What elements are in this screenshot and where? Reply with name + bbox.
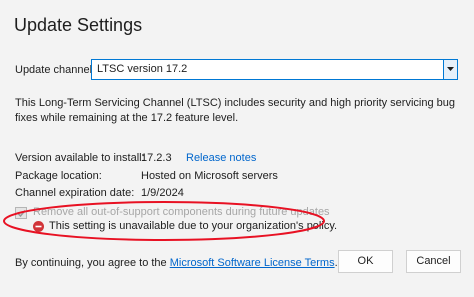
update-channel-value: LTSC version 17.2 (97, 63, 188, 75)
release-notes-link[interactable]: Release notes (186, 152, 256, 164)
package-location-value: Hosted on Microsoft servers (141, 170, 278, 182)
update-settings-dialog: Update Settings Update channel: LTSC ver… (0, 0, 474, 297)
license-terms-link[interactable]: Microsoft Software License Terms (170, 257, 335, 269)
chevron-down-icon[interactable] (443, 60, 457, 79)
channel-description: This Long-Term Servicing Channel (LTSC) … (15, 97, 455, 124)
license-prefix: By continuing, you agree to the (15, 257, 170, 269)
annotation-ellipse (3, 201, 325, 241)
cancel-button[interactable]: Cancel (406, 250, 461, 273)
version-label: Version available to install: (15, 152, 145, 164)
version-value: 17.2.3 (141, 152, 172, 164)
ok-button[interactable]: OK (338, 250, 393, 273)
license-agreement: By continuing, you agree to the Microsof… (15, 257, 338, 269)
update-channel-label: Update channel: (15, 64, 96, 76)
update-channel-select[interactable]: LTSC version 17.2 (91, 59, 458, 80)
package-location-label: Package location: (15, 170, 102, 182)
dialog-title: Update Settings (14, 15, 143, 35)
